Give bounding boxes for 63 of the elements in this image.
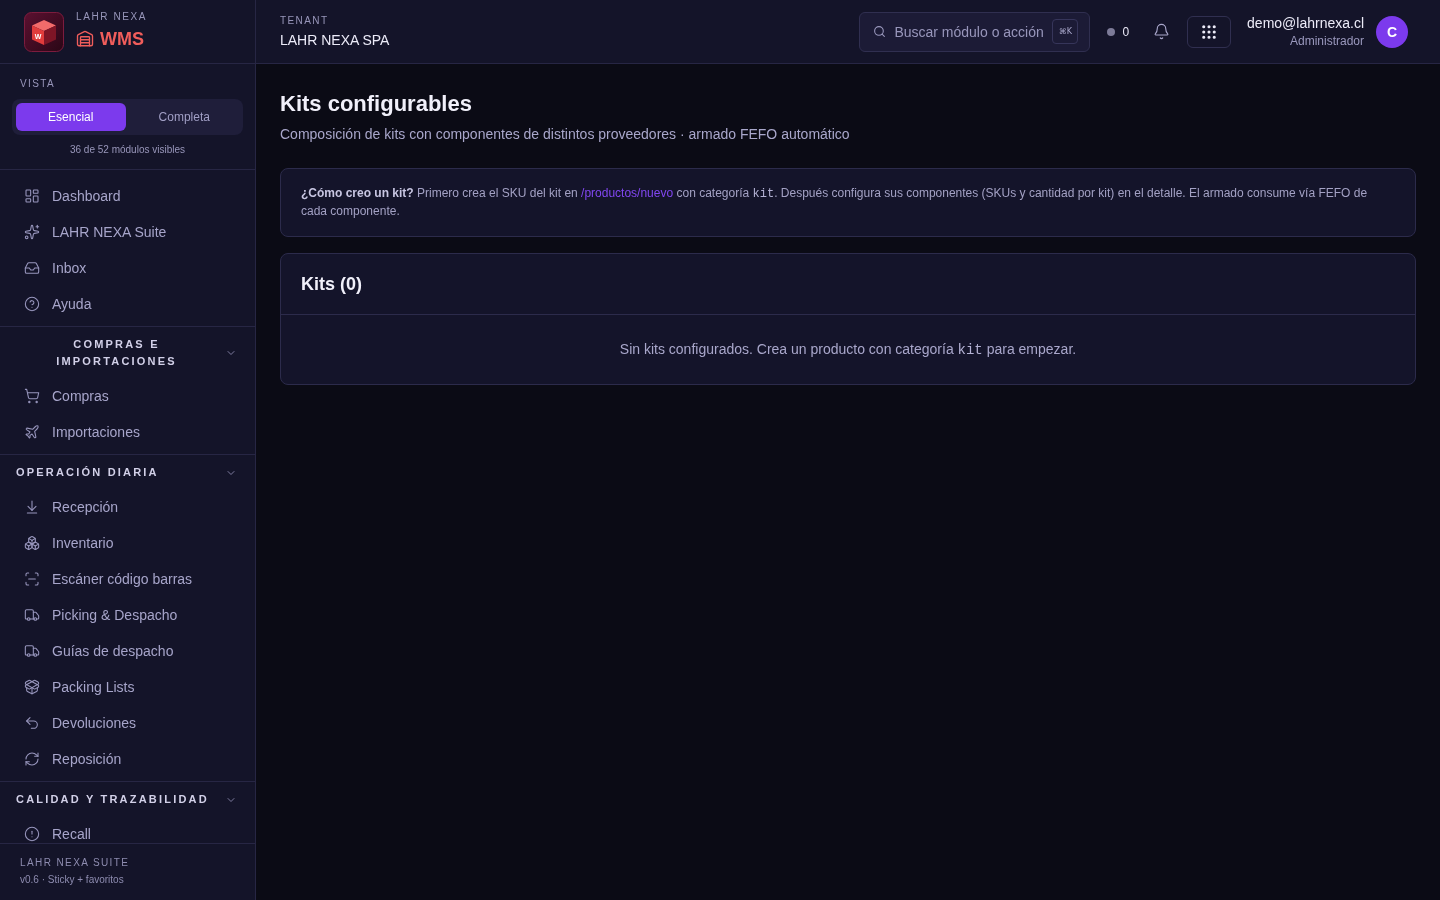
plane-icon bbox=[24, 424, 40, 440]
search-bar[interactable]: Buscar módulo o acción ⌘K bbox=[859, 11, 1091, 52]
alert-icon bbox=[24, 826, 40, 842]
tenant-name: LAHR NEXA SPA bbox=[280, 30, 390, 49]
nav-item[interactable]: Guías de despacho bbox=[0, 633, 255, 669]
nav-item[interactable]: Packing Lists bbox=[0, 669, 255, 705]
brand-overline: LAHR NEXA bbox=[76, 11, 148, 23]
bell-icon bbox=[1153, 23, 1171, 40]
nav-item[interactable]: LAHR NEXA Suite bbox=[0, 214, 255, 250]
arrow-down-icon bbox=[24, 499, 40, 515]
apps-button[interactable] bbox=[1187, 15, 1232, 48]
nav-item[interactable]: Picking & Despacho bbox=[0, 597, 255, 633]
sparkles-icon bbox=[24, 224, 40, 240]
version-text: v0.6 · Sticky + favoritos bbox=[20, 874, 125, 886]
empty-state-text: Sin kits configurados. Crea un producto con categoría kit para empezar. bbox=[618, 340, 1078, 360]
section-header[interactable]: OPERACIÓN DIARIA bbox=[0, 455, 255, 489]
view-label: VISTA bbox=[19, 78, 57, 90]
page-title: Kits configurables bbox=[280, 90, 473, 118]
products-link[interactable]: /productos/nuevo bbox=[581, 186, 674, 200]
nav-item[interactable]: Compras bbox=[0, 378, 255, 414]
layout-icon bbox=[24, 188, 40, 204]
view-option[interactable]: Esencial bbox=[16, 103, 126, 131]
modules-note: 36 de 52 módulos visibles bbox=[68, 144, 187, 156]
nav-item[interactable]: Dashboard bbox=[0, 178, 255, 214]
nav-item[interactable]: Ayuda bbox=[0, 286, 255, 322]
search-icon bbox=[873, 25, 887, 38]
user-email: demo@lahrnexa.cl bbox=[1247, 14, 1364, 32]
section-header[interactable]: CALIDAD Y TRAZABILIDAD bbox=[0, 782, 255, 816]
truck-icon bbox=[24, 607, 40, 623]
warehouse-icon bbox=[76, 30, 94, 48]
avatar[interactable]: C bbox=[1376, 15, 1408, 48]
dots-grid-icon bbox=[1200, 22, 1219, 41]
info-text: ¿Cómo creo un kit? Primero crea el SKU del kit en /productos/nuevo con categoría kit. Después configura sus componentes (SKUs y cantidad por kit) en el detalle. El armado consume vía FEFO de cada componente. bbox=[301, 185, 1369, 220]
tenant-label: TENANT bbox=[280, 14, 330, 27]
nav-item[interactable]: Recepción bbox=[0, 489, 255, 525]
page-subtitle: Composición de kits con componentes de distintos proveedores · armado FEFO automático bbox=[280, 125, 851, 144]
notifications-button[interactable] bbox=[1153, 23, 1171, 40]
cart-icon bbox=[24, 388, 40, 404]
package-icon bbox=[24, 679, 40, 695]
scan-icon bbox=[24, 571, 40, 587]
nav-item[interactable]: Inventario bbox=[0, 525, 255, 561]
nav-item[interactable]: Importaciones bbox=[0, 414, 255, 450]
search-field[interactable]: Buscar módulo o acción bbox=[894, 23, 1045, 40]
shortcut-key: ⌘K bbox=[1052, 19, 1079, 44]
refresh-icon bbox=[24, 751, 40, 767]
boxes-icon bbox=[24, 535, 40, 551]
nav-item[interactable]: Reposición bbox=[0, 741, 255, 777]
nav-item[interactable]: Devoluciones bbox=[0, 705, 255, 741]
product-name: WMS bbox=[100, 28, 144, 50]
user-role: Administrador bbox=[1289, 33, 1364, 49]
tray-icon bbox=[24, 260, 40, 276]
footer-title: LAHR NEXA SUITE bbox=[20, 857, 131, 869]
section-header[interactable]: COMPRAS E IMPORTACIONES bbox=[0, 327, 255, 378]
status-count: 0 bbox=[1122, 24, 1130, 39]
nav-item[interactable]: Recall bbox=[0, 816, 255, 843]
truck-icon bbox=[24, 643, 40, 659]
nav-item[interactable]: Escáner código barras bbox=[0, 561, 255, 597]
status-dot-icon bbox=[1107, 27, 1116, 36]
question-icon bbox=[24, 296, 40, 312]
nav-item[interactable]: Inbox bbox=[0, 250, 255, 286]
return-arrow-icon bbox=[24, 715, 40, 731]
card-title: Kits (0) bbox=[301, 274, 363, 294]
view-option[interactable]: Completa bbox=[129, 103, 239, 131]
